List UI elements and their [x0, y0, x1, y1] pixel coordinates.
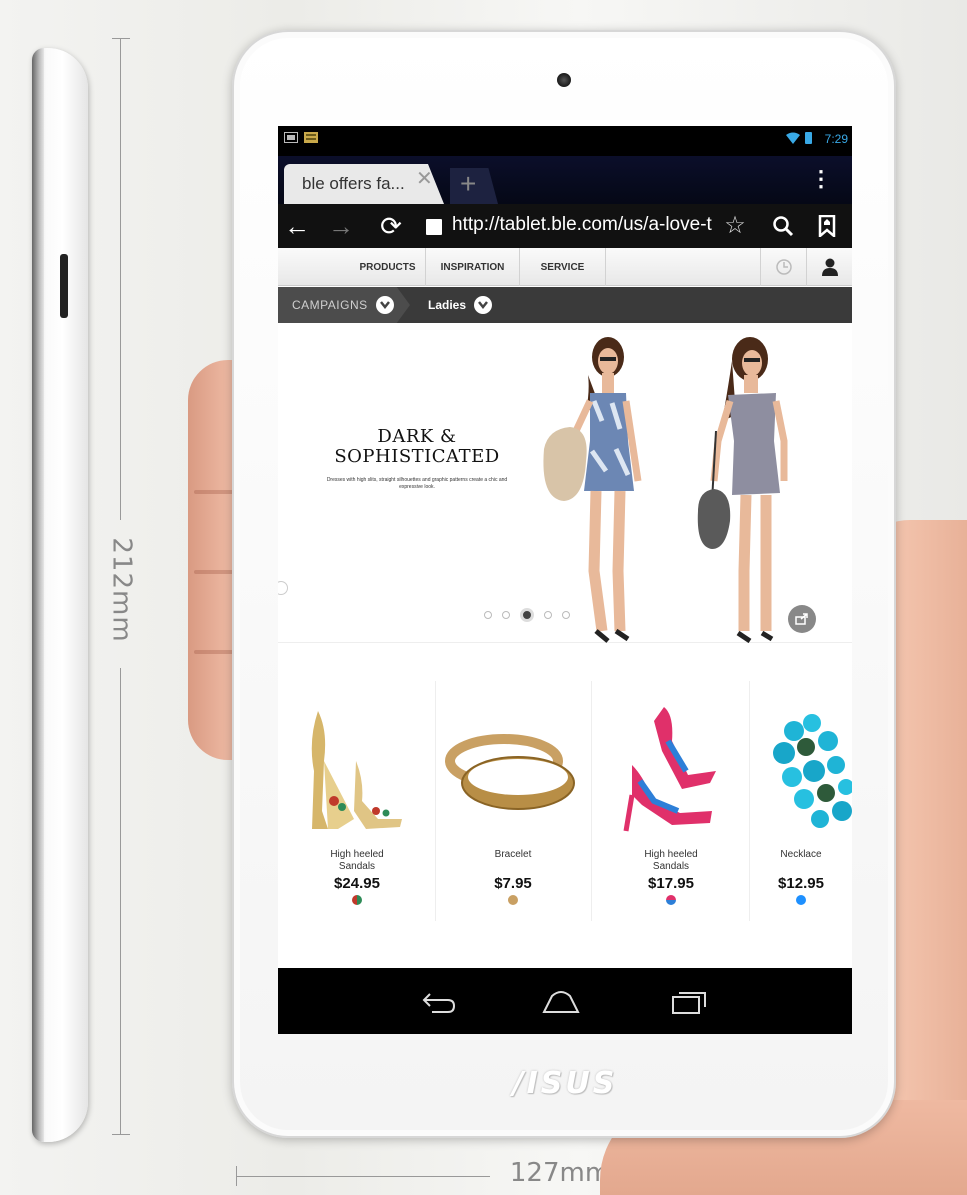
product-image-bracelet: [445, 734, 575, 810]
nav-home-icon[interactable]: [536, 982, 586, 1022]
slide-dot[interactable]: [502, 611, 510, 619]
overflow-menu-icon[interactable]: ⋮: [810, 166, 832, 192]
bookmark-icon[interactable]: [810, 208, 844, 244]
tablet-screen: 7:29 ble offers fa... ✕ + ⋮ ← → ⟳ http:/…: [278, 126, 852, 1034]
hero-title: DARK & SOPHISTICATED: [334, 426, 500, 467]
product-image-heeled-sandals-pink: [623, 707, 716, 832]
history-icon[interactable]: [760, 248, 806, 286]
breadcrumb-ladies[interactable]: Ladies: [414, 287, 493, 323]
account-icon[interactable]: [806, 248, 852, 286]
browser-tab-strip: ble offers fa... ✕ + ⋮: [278, 156, 852, 204]
breadcrumb-campaigns-label: CAMPAIGNS: [292, 298, 368, 312]
color-swatch[interactable]: [666, 895, 676, 905]
browser-tab-title: ble offers fa...: [302, 174, 405, 193]
wifi-icon: [786, 132, 800, 144]
color-swatch[interactable]: [796, 895, 806, 905]
front-camera: [557, 73, 571, 87]
close-tab-icon[interactable]: ✕: [416, 166, 433, 191]
nav-service[interactable]: SERVICE: [520, 248, 606, 286]
breadcrumb-campaigns[interactable]: CAMPAIGNS: [278, 287, 410, 323]
height-dim-line-bottom: [120, 668, 121, 1134]
product-price: $7.95: [494, 875, 532, 892]
slide-dot[interactable]: [562, 611, 570, 619]
hero-subtitle: Dresses with high slits, straight silhou…: [326, 477, 508, 490]
color-swatch[interactable]: [352, 895, 362, 905]
height-dim-bottom-tick: [112, 1134, 130, 1135]
android-navigation-bar: [278, 968, 852, 1034]
height-dimension-label: 212mm: [107, 537, 137, 643]
screenshot-notification-icon: [284, 132, 298, 143]
product-price: $24.95: [334, 875, 380, 892]
gallery-notification-icon: [304, 132, 318, 143]
power-button: [60, 254, 68, 318]
product-card[interactable]: Bracelet $7.95: [434, 681, 592, 921]
product-name: Bracelet: [494, 849, 532, 860]
product-name: High heeled Sandals: [330, 849, 384, 872]
height-dim-top-tick: [112, 38, 130, 39]
product-card[interactable]: Necklace $12.95: [750, 681, 852, 921]
product-image-necklace: [773, 714, 852, 828]
site-navigation: PRODUCTS INSPIRATION SERVICE: [278, 248, 852, 286]
status-bar: 7:29: [278, 126, 852, 156]
share-icon[interactable]: [788, 605, 816, 633]
url-field[interactable]: http://tablet.ble.com/us/a-love-t: [452, 214, 718, 236]
product-price: $12.95: [778, 875, 824, 892]
model-image-blue-dress: [543, 337, 642, 643]
height-dim-line-top: [120, 38, 121, 520]
product-carousel: High heeled Sandals $24.95 Bracelet $7.95: [278, 681, 852, 921]
slide-dot[interactable]: [544, 611, 552, 619]
page-favicon: [426, 219, 442, 235]
tablet-side-profile: [32, 48, 88, 1142]
hero-prev-button[interactable]: [278, 581, 288, 595]
product-image-heeled-sandals: [311, 711, 402, 829]
status-time: 7:29: [824, 132, 848, 146]
nav-recents-icon[interactable]: [664, 982, 714, 1022]
product-card[interactable]: High heeled Sandals $24.95: [278, 681, 436, 921]
chevron-down-icon: [474, 296, 493, 314]
breadcrumb-ladies-label: Ladies: [428, 298, 467, 312]
back-arrow-icon[interactable]: ←: [280, 208, 314, 244]
product-name: Necklace: [780, 849, 822, 860]
browser-toolbar: ← → ⟳ http://tablet.ble.com/us/a-love-t …: [278, 204, 852, 248]
battery-icon: [805, 132, 812, 144]
breadcrumb: CAMPAIGNS Ladies: [278, 287, 852, 323]
nav-back-icon[interactable]: [414, 982, 464, 1022]
reload-icon[interactable]: ⟳: [374, 208, 408, 244]
slide-dot-active[interactable]: [520, 608, 534, 622]
model-image-grey-dress: [697, 337, 788, 643]
slide-indicator: [484, 608, 570, 622]
color-swatch[interactable]: [508, 895, 518, 905]
slide-dot[interactable]: [484, 611, 492, 619]
forward-arrow-icon[interactable]: →: [324, 208, 358, 244]
new-tab-button[interactable]: +: [450, 168, 498, 204]
nav-products[interactable]: PRODUCTS: [350, 248, 426, 286]
nav-inspiration[interactable]: INSPIRATION: [426, 248, 520, 286]
star-icon[interactable]: ☆: [718, 208, 752, 244]
hero-banner[interactable]: DARK & SOPHISTICATED Dresses with high s…: [278, 323, 852, 643]
width-dim-line-left: [236, 1176, 490, 1177]
brand-logo: /ISUS: [512, 1066, 618, 1101]
chevron-down-icon: [375, 296, 394, 314]
search-icon[interactable]: [766, 208, 800, 244]
